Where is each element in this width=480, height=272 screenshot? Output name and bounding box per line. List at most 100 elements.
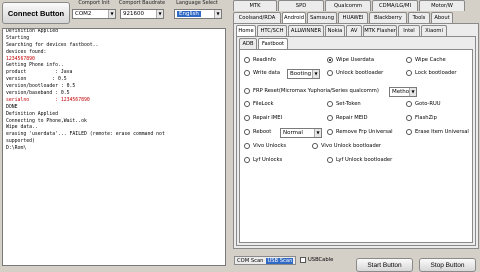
vivo-unlock-bootloader-option[interactable]: Vivo Unlock bootloader (312, 143, 381, 149)
radio-icon (244, 157, 250, 163)
chevron-down-icon: ▼ (312, 70, 319, 78)
remove-frp-label: Remove Frp Universal (336, 129, 393, 135)
flash-zip-option[interactable]: FlashZip (406, 115, 437, 121)
connect-button[interactable]: Connect Button (2, 2, 70, 24)
console-line: Definition Applied (6, 29, 58, 34)
wipe-cache-label: Wipe Cache (415, 57, 446, 63)
vivo-unlocks-label: Vivo Unlocks (253, 143, 287, 149)
tab-htc-sch[interactable]: HTC/SCH (257, 25, 287, 36)
remove-frp-option[interactable]: Remove Frp Universal (327, 129, 393, 135)
comport-select[interactable]: COM2 ▼ (72, 9, 116, 19)
tab-android[interactable]: Android (282, 12, 306, 23)
language-label: Language Select (176, 0, 218, 6)
radio-icon (406, 70, 412, 76)
radio-icon (244, 101, 250, 107)
usb-cable-checkbox[interactable]: USBCable (300, 257, 333, 263)
console-line: D:\Rom\ (6, 146, 27, 152)
tab-home[interactable]: Home (236, 25, 256, 36)
readinfo-option[interactable]: Readinfo (244, 57, 276, 63)
console-line: version/bootloader : 0.5 (6, 84, 76, 90)
radio-icon (327, 70, 333, 76)
tab-cdma-lg-mi[interactable]: CDMA/LG/MI (372, 0, 418, 11)
unlock-bootloader-option[interactable]: Unlock bootloader (327, 70, 383, 76)
set-token-option[interactable]: Set-Token (327, 101, 361, 107)
write-data-option[interactable]: Write data (244, 70, 280, 76)
console-line: DONE (6, 104, 18, 110)
flash-zip-label: FlashZip (415, 115, 437, 121)
tab-allwinner[interactable]: ALLWINNER (288, 25, 324, 36)
erase-item-label: Erase Item Universal (415, 129, 469, 135)
radio-icon (244, 70, 250, 76)
tab-blackberry[interactable]: Blackberry (369, 12, 407, 23)
tab-spd[interactable]: SPD (278, 0, 324, 11)
tab-motor-w[interactable]: Motor/W (419, 0, 465, 11)
file-lock-option[interactable]: FileLock (244, 101, 274, 107)
write-data-label: Write data (253, 70, 281, 76)
console-line: supported) (6, 139, 35, 145)
repair-imei-option[interactable]: Repair IMEI (244, 115, 282, 121)
tab-av[interactable]: AV (346, 25, 362, 36)
tab-nokia[interactable]: Nokia (325, 25, 345, 36)
console-line: devices found: (6, 49, 47, 55)
language-select[interactable]: English ▼ (174, 9, 222, 19)
tab-adb[interactable]: ADB (239, 38, 257, 49)
wipe-cache-option[interactable]: Wipe Cache (406, 57, 446, 63)
chevron-down-icon: ▼ (314, 129, 321, 137)
goto-ruu-label: Goto-RUU (415, 101, 441, 107)
console-line: version/baseband : 0.5 (6, 91, 70, 97)
wipe-userdata-label: Wipe Userdata (336, 57, 375, 63)
scan-mode-group: COM Scan USB Scan (234, 256, 297, 265)
console-log[interactable]: Definition Applied Starting Searching for … (2, 28, 226, 266)
language-value: English (177, 11, 201, 17)
repair-meid-option[interactable]: Repair MEID (327, 115, 368, 121)
lyf-unlocks-option[interactable]: Lyf Unlocks (244, 157, 282, 163)
radio-icon (406, 115, 412, 121)
usb-scan-option[interactable]: USB Scan (266, 257, 294, 264)
tab-xiaomi[interactable]: Xiaomi (421, 25, 447, 36)
radio-icon (327, 129, 333, 135)
chevron-down-icon: ▼ (214, 10, 221, 18)
frp-method-select[interactable]: Method1 ▼ (389, 87, 417, 97)
tab-huawei[interactable]: HUAWEI (338, 12, 368, 23)
tab-mtk[interactable]: MTK (233, 0, 277, 11)
tab-coolsand-rda[interactable]: Coolsand/RDA (233, 12, 281, 23)
com-scan-option[interactable]: COM Scan (237, 258, 263, 264)
radio-icon (327, 157, 333, 163)
frp-reset-option[interactable]: FRP Reset(Micromax Yuphoria/Series qualc… (244, 88, 379, 94)
wipe-userdata-option[interactable]: Wipe Userdata (327, 57, 374, 63)
file-lock-label: FileLock (253, 101, 274, 107)
tab-samsung[interactable]: Samsung (307, 12, 337, 23)
erase-item-option[interactable]: Erase Item Universal (406, 129, 469, 135)
lyf-unlocks-label: Lyf Unlocks (253, 157, 283, 163)
chevron-down-icon: ▼ (409, 88, 416, 96)
tab-about[interactable]: About (431, 12, 453, 23)
vivo-unlocks-option[interactable]: Vivo Unlocks (244, 143, 286, 149)
write-data-select[interactable]: Booting ▼ (287, 69, 320, 79)
radio-icon (406, 129, 412, 135)
reboot-mode-select[interactable]: Normal ▼ (280, 128, 322, 138)
tab-tools[interactable]: Tools (408, 12, 430, 23)
tab-row-2: Coolsand/RDA Android Samsung HUAWEI Blackber… (233, 12, 454, 23)
tab-intel[interactable]: Intel (398, 25, 420, 36)
baudrate-select[interactable]: 921600 ▼ (120, 9, 164, 19)
set-token-label: Set-Token (336, 101, 361, 107)
lock-bootloader-label: Lock bootloader (415, 70, 457, 76)
radio-icon (244, 129, 250, 135)
lyf-unlock-bootloader-option[interactable]: Lyf Unlock bootloader (327, 157, 392, 163)
radio-icon (312, 143, 318, 149)
chevron-down-icon: ▼ (108, 10, 115, 18)
tab-fastboot[interactable]: Fastboot (258, 38, 288, 49)
checkbox-icon (300, 257, 306, 263)
lock-bootloader-option[interactable]: Lock bootloader (406, 70, 457, 76)
write-data-value: Booting (290, 71, 312, 77)
tab-mtk-flasher[interactable]: MTK Flasher (363, 25, 397, 36)
goto-ruu-option[interactable]: Goto-RUU (406, 101, 441, 107)
radio-icon (406, 57, 412, 63)
baudrate-label: Comport Baudrate (118, 0, 166, 6)
radio-icon (244, 57, 250, 63)
radio-icon (327, 101, 333, 107)
vivo-unlock-bootloader-label: Vivo Unlock bootloader (321, 143, 382, 149)
reboot-option[interactable]: Reboot (244, 129, 271, 135)
tab-qualcomm[interactable]: Qualcomm (325, 0, 371, 11)
lyf-unlock-bootloader-label: Lyf Unlock bootloader (336, 157, 393, 163)
